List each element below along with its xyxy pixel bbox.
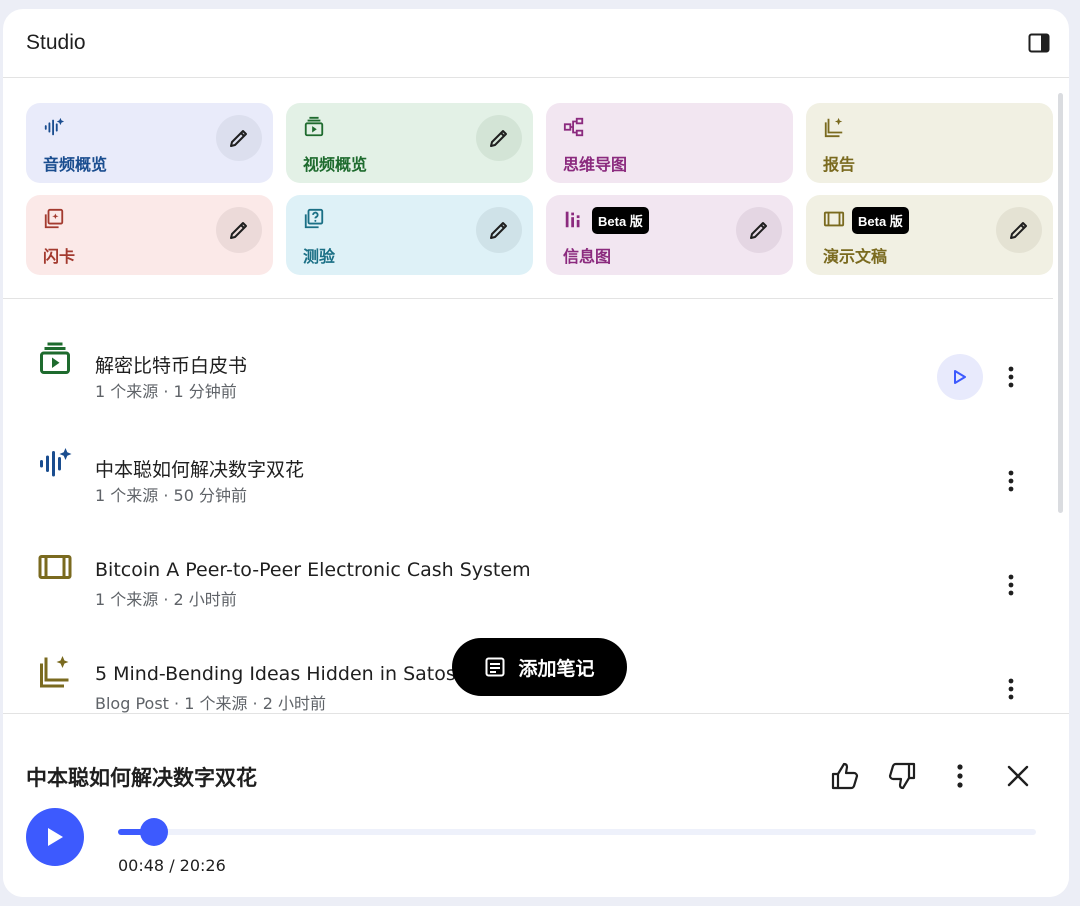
thumbs-down-icon[interactable] bbox=[882, 756, 922, 796]
scrollbar[interactable] bbox=[1058, 93, 1063, 513]
flashcard-icon bbox=[43, 208, 65, 230]
audio-sparkle-icon bbox=[43, 116, 65, 138]
play-icon[interactable] bbox=[937, 354, 983, 400]
tile-label: 思维导图 bbox=[563, 155, 628, 174]
edit-icon[interactable] bbox=[216, 207, 262, 253]
edit-icon[interactable] bbox=[476, 207, 522, 253]
tile-quiz[interactable]: 测验 bbox=[286, 195, 533, 275]
more-options-icon[interactable] bbox=[999, 365, 1023, 389]
tile-report[interactable]: 报告 bbox=[806, 103, 1053, 183]
report-icon bbox=[823, 116, 845, 138]
item-meta: 1 个来源 · 1 分钟前 bbox=[95, 382, 237, 401]
play-button[interactable] bbox=[26, 808, 84, 866]
collapse-panel-icon[interactable] bbox=[1025, 29, 1053, 57]
tile-label: 信息图 bbox=[563, 247, 612, 266]
infographic-icon bbox=[563, 208, 585, 230]
add-note-label: 添加笔记 bbox=[518, 657, 595, 680]
panel-title: Studio bbox=[26, 31, 86, 54]
edit-icon[interactable] bbox=[216, 115, 262, 161]
beta-badge: Beta 版 bbox=[852, 207, 909, 234]
tile-video[interactable]: 视频概览 bbox=[286, 103, 533, 183]
studio-panel: Studio 音频概览 视频概览 思维导图 报告 闪卡 测验 Beta 版信息图 Beta 版… bbox=[3, 9, 1069, 897]
edit-icon[interactable] bbox=[736, 207, 782, 253]
play-icon bbox=[48, 828, 63, 846]
player-title: 中本聪如何解决数字双花 bbox=[26, 766, 257, 790]
add-note-button[interactable]: 添加笔记 bbox=[452, 638, 627, 696]
video-icon bbox=[37, 341, 73, 377]
quiz-icon bbox=[303, 208, 325, 230]
progress-track[interactable] bbox=[118, 829, 1036, 835]
close-icon[interactable] bbox=[998, 756, 1038, 796]
tile-audio-sparkle[interactable]: 音频概览 bbox=[26, 103, 273, 183]
tile-label: 演示文稿 bbox=[823, 247, 888, 266]
video-icon bbox=[303, 116, 325, 138]
thumbs-up-icon[interactable] bbox=[825, 756, 865, 796]
item-title: Bitcoin A Peer-to-Peer Electronic Cash S… bbox=[95, 559, 531, 581]
tile-label: 音频概览 bbox=[43, 155, 108, 174]
tile-label: 闪卡 bbox=[43, 247, 76, 266]
item-meta: 1 个来源 · 50 分钟前 bbox=[95, 486, 247, 505]
more-options-icon[interactable] bbox=[999, 469, 1023, 493]
tile-mindmap[interactable]: 思维导图 bbox=[546, 103, 793, 183]
progress-thumb[interactable] bbox=[140, 818, 168, 846]
list-item[interactable]: 解密比特币白皮书 1 个来源 · 1 分钟前 bbox=[3, 315, 1053, 419]
list-item[interactable]: Bitcoin A Peer-to-Peer Electronic Cash S… bbox=[3, 523, 1053, 627]
item-title: 中本聪如何解决数字双花 bbox=[95, 459, 305, 481]
tile-flashcard[interactable]: 闪卡 bbox=[26, 195, 273, 275]
audio-player: 中本聪如何解决数字双花 00:48 / 20:26 bbox=[3, 713, 1069, 897]
slides-icon bbox=[37, 549, 73, 585]
slides-icon bbox=[823, 208, 845, 230]
mindmap-icon bbox=[563, 116, 585, 138]
tile-label: 报告 bbox=[823, 155, 856, 174]
edit-icon[interactable] bbox=[476, 115, 522, 161]
panel-header: Studio bbox=[3, 9, 1069, 78]
item-meta: Blog Post · 1 个来源 · 2 小时前 bbox=[95, 694, 326, 713]
list-item[interactable]: 中本聪如何解决数字双花 1 个来源 · 50 分钟前 bbox=[3, 419, 1053, 523]
more-options-icon[interactable] bbox=[999, 573, 1023, 597]
studio-tools-grid: 音频概览 视频概览 思维导图 报告 闪卡 测验 Beta 版信息图 Beta 版演示文稿 bbox=[26, 103, 1053, 275]
item-title: 解密比特币白皮书 bbox=[95, 355, 248, 377]
beta-badge: Beta 版 bbox=[592, 207, 649, 234]
edit-icon[interactable] bbox=[996, 207, 1042, 253]
note-icon bbox=[485, 657, 505, 677]
more-options-icon[interactable] bbox=[999, 677, 1023, 701]
audio-sparkle-icon bbox=[37, 445, 73, 481]
item-meta: 1 个来源 · 2 小时前 bbox=[95, 590, 237, 609]
tile-infographic[interactable]: Beta 版信息图 bbox=[546, 195, 793, 275]
tile-slides[interactable]: Beta 版演示文稿 bbox=[806, 195, 1053, 275]
tile-label: 测验 bbox=[303, 247, 336, 266]
report-icon bbox=[37, 653, 73, 689]
more-options-icon[interactable] bbox=[940, 756, 980, 796]
tile-label: 视频概览 bbox=[303, 155, 368, 174]
time-display: 00:48 / 20:26 bbox=[118, 856, 226, 875]
divider bbox=[3, 298, 1053, 299]
